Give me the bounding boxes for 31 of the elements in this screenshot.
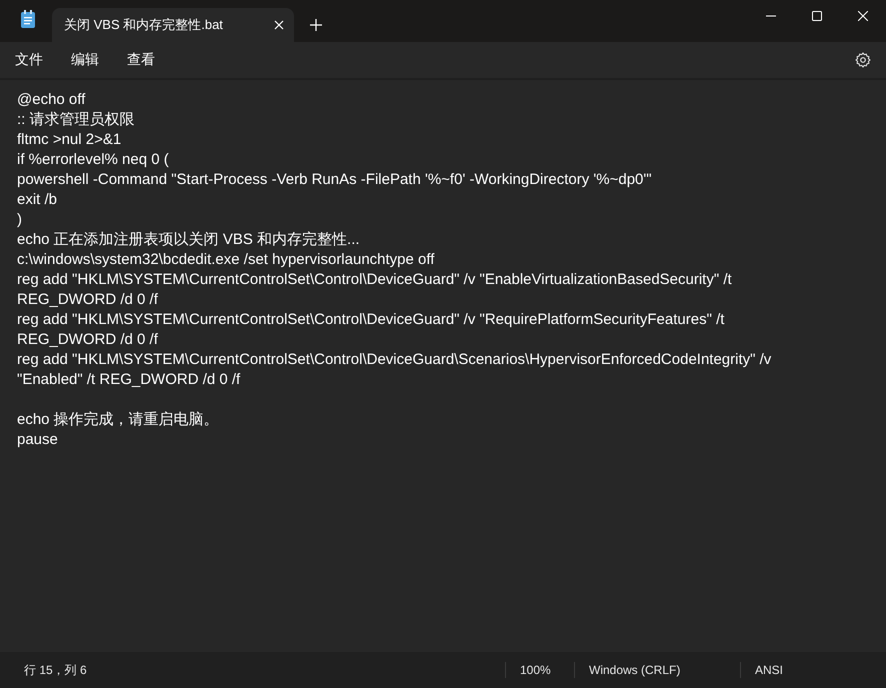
code-line: c:\windows\system32\bcdedit.exe /set hypervisorlaunchtype off (17, 250, 434, 270)
cursor-position: 行 15，列 6 (23, 662, 88, 678)
menu-item[interactable]: 文件 (6, 45, 52, 75)
code-line: reg add "HKLM\SYSTEM\CurrentControlSet\Control\DeviceGuard" /v "EnableVirtualizationBasedSecurity" /t (17, 270, 732, 290)
code-line: echo 操作完成，请重启电脑。 (17, 410, 219, 430)
code-line: @echo off (17, 90, 86, 110)
code-line: REG_DWORD /d 0 /f (17, 290, 158, 310)
code-line: :: 请求管理员权限 (17, 110, 135, 130)
code-line: powershell -Command "Start-Process -Verb RunAs -FilePath '%~f0' -WorkingDirectory '%~dp0'" (17, 170, 652, 190)
settings-icon[interactable] (855, 52, 871, 68)
zoom-level: 100% (505, 662, 574, 678)
encoding: ANSI (740, 662, 798, 678)
file-tab[interactable]: 关闭 VBS 和内存完整性.bat (52, 8, 294, 42)
code-line: reg add "HKLM\SYSTEM\CurrentControlSet\Control\DeviceGuard\Scenarios\HypervisorEnforcedCodeIntegrity" /v (17, 350, 772, 370)
code-line: "Enabled" /t REG_DWORD /d 0 /f (17, 370, 240, 390)
maximize-icon[interactable] (812, 11, 822, 21)
close-icon[interactable] (858, 11, 868, 21)
code-line: reg add "HKLM\SYSTEM\CurrentControlSet\Control\DeviceGuard" /v "RequirePlatformSecurityFeatures" /t (17, 310, 724, 330)
notepad-icon (20, 10, 36, 28)
menu-item[interactable]: 查看 (118, 45, 164, 75)
code-line: fltmc >nul 2>&1 (17, 130, 122, 150)
line-ending: Windows (CRLF) (574, 662, 740, 678)
code-line: if %errorlevel% neq 0 ( (17, 150, 169, 170)
code-line: echo 正在添加注册表项以关闭 VBS 和内存完整性... (17, 230, 360, 250)
close-tab-icon[interactable] (274, 20, 284, 30)
code-line: REG_DWORD /d 0 /f (17, 330, 158, 350)
code-line: ) (17, 210, 22, 230)
new-tab-icon[interactable] (310, 19, 322, 31)
code-line: pause (17, 430, 58, 450)
code-line: exit /b (17, 190, 58, 210)
menu-item[interactable]: 编辑 (62, 45, 108, 75)
